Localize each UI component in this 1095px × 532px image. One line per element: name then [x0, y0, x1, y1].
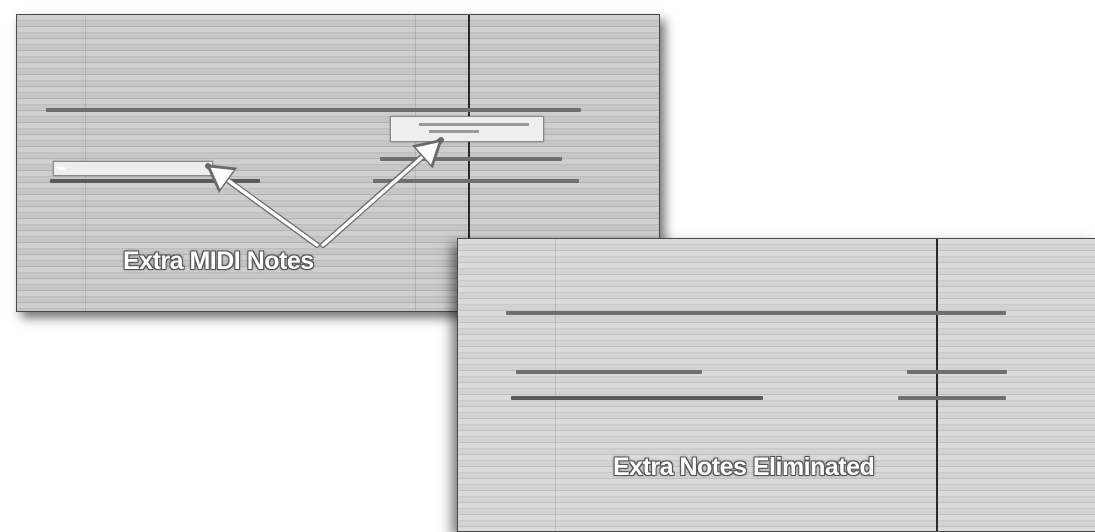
extra-note-highlight[interactable] — [53, 161, 213, 176]
midi-note[interactable] — [907, 370, 1007, 374]
beat-gridline — [555, 239, 556, 531]
note-start-marker — [57, 167, 65, 170]
midi-note[interactable] — [373, 179, 579, 183]
extra-note-highlight[interactable] — [390, 116, 544, 142]
midi-note[interactable] — [898, 396, 1006, 400]
midi-note[interactable] — [511, 396, 763, 400]
extra-midi-note[interactable] — [429, 130, 479, 133]
midi-note[interactable] — [380, 157, 562, 161]
midi-note[interactable] — [50, 179, 260, 183]
caption-extra-notes-eliminated: Extra Notes Eliminated — [613, 453, 875, 481]
caption-extra-midi-notes: Extra MIDI Notes — [123, 247, 314, 275]
piano-roll-after: Extra Notes Eliminated — [457, 238, 1095, 532]
midi-note[interactable] — [516, 370, 702, 374]
midi-note[interactable] — [46, 108, 581, 112]
extra-midi-note[interactable] — [419, 123, 529, 126]
beat-gridline — [415, 15, 416, 311]
playhead-line[interactable] — [936, 239, 938, 531]
midi-note[interactable] — [506, 311, 1006, 315]
